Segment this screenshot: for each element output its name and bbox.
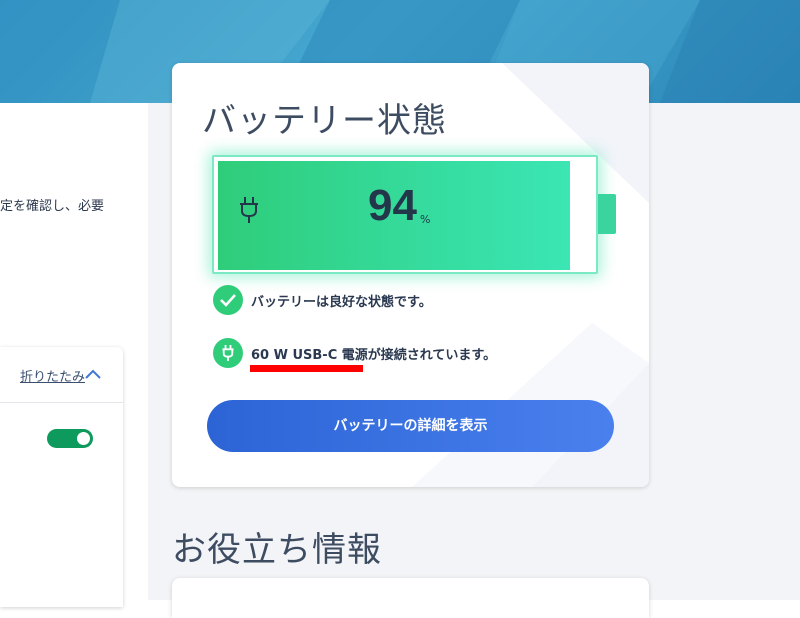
battery-percentage: 94 bbox=[368, 181, 417, 230]
highlight-underline bbox=[250, 365, 363, 372]
power-status-text: 60 W USB-C 電源が接続されています。 bbox=[251, 347, 497, 363]
left-settings-card bbox=[0, 347, 123, 607]
feature-toggle[interactable] bbox=[47, 429, 93, 448]
card-title: バッテリー状態 bbox=[202, 101, 447, 141]
left-card-divider bbox=[0, 402, 123, 403]
power-status: 60 W USB-C 電源が接続されています。 bbox=[213, 338, 496, 368]
health-status-text: バッテリーは良好な状態です。 bbox=[251, 294, 432, 310]
toggle-knob bbox=[77, 432, 90, 445]
tips-card bbox=[172, 578, 649, 618]
collapse-link[interactable]: 折りたたみ bbox=[20, 366, 85, 385]
plug-icon bbox=[240, 197, 258, 223]
left-description: 定を確認し、必要 bbox=[0, 199, 105, 214]
plug-icon bbox=[213, 338, 243, 368]
health-status: バッテリーは良好な状態です。 bbox=[213, 285, 432, 315]
check-icon bbox=[213, 285, 243, 315]
battery-terminal bbox=[598, 194, 616, 234]
chevron-up-icon[interactable] bbox=[84, 367, 102, 381]
battery-status-card: バッテリー状態 94 % バッテリーは良好な状態です。 60 W USB-C 電… bbox=[172, 63, 649, 487]
battery-details-button[interactable]: バッテリーの詳細を表示 bbox=[207, 400, 614, 452]
section-title: お役立ち情報 bbox=[172, 530, 382, 570]
percent-unit: % bbox=[420, 213, 431, 226]
